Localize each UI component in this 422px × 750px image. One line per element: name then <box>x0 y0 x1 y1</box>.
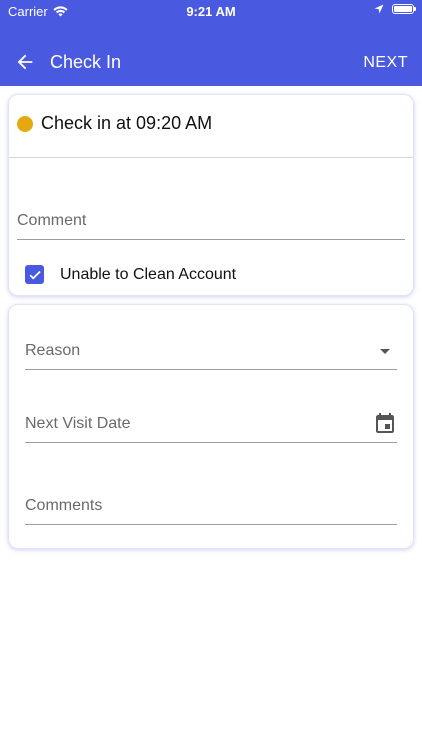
unable-to-clean-label: Unable to Clean Account <box>60 265 237 283</box>
unable-to-clean-row[interactable]: Unable to Clean Account <box>25 265 236 284</box>
dropdown-arrow-icon[interactable] <box>373 339 397 363</box>
divider <box>9 157 413 158</box>
battery-icon <box>392 4 416 14</box>
next-visit-date-field[interactable]: Next Visit Date <box>25 408 397 443</box>
checkin-card: Check in at 09:20 AM Comment Unable to C… <box>8 94 414 296</box>
comments-field[interactable]: Comments <box>25 490 397 525</box>
next-visit-date-placeholder: Next Visit Date <box>25 415 131 432</box>
comments-placeholder: Comments <box>25 497 103 514</box>
reason-card: Reason Next Visit Date Comments <box>8 304 414 549</box>
reason-dropdown[interactable]: Reason <box>25 335 397 370</box>
location-arrow-icon <box>374 4 384 14</box>
checkin-row: Check in at 09:20 AM <box>17 113 212 134</box>
reason-placeholder: Reason <box>25 342 81 359</box>
comment-placeholder: Comment <box>17 212 87 229</box>
checkmark-icon <box>29 270 41 279</box>
status-time: 9:21 AM <box>186 4 236 19</box>
status-bar: Carrier 9:21 AM <box>0 0 422 24</box>
app-bar: Check In NEXT <box>0 24 422 86</box>
comment-field[interactable]: Comment <box>17 205 405 240</box>
status-right-group <box>374 4 416 14</box>
unable-to-clean-checkbox[interactable] <box>25 265 44 284</box>
calendar-icon[interactable] <box>373 412 397 436</box>
next-button[interactable]: NEXT <box>363 54 408 72</box>
back-arrow-icon[interactable] <box>14 51 36 73</box>
page-title: Check In <box>50 52 122 72</box>
checkin-time-text: Check in at 09:20 AM <box>41 113 213 133</box>
status-dot <box>17 115 33 132</box>
